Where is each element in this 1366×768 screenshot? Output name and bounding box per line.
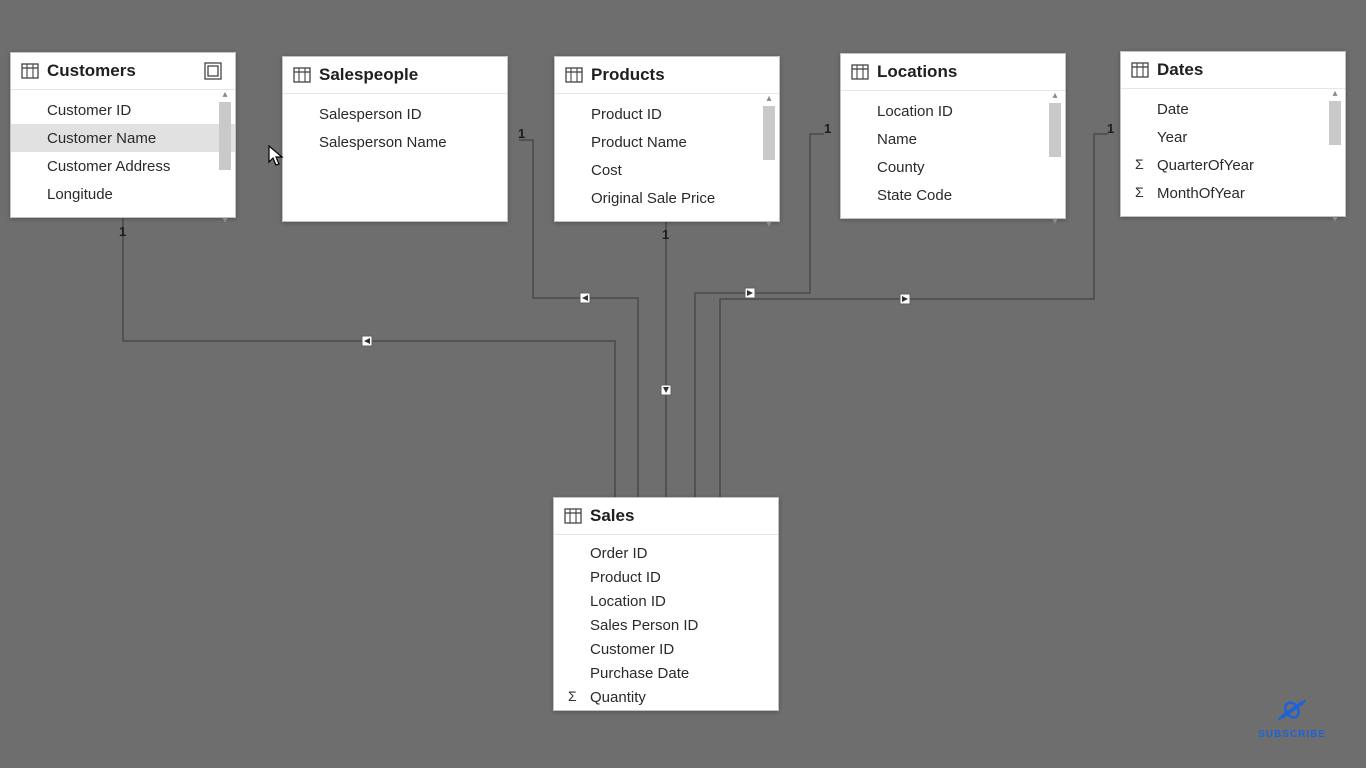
- field-list-products: Product ID Product Name Cost Original Sa…: [555, 94, 779, 230]
- field-longitude[interactable]: Longitude: [11, 180, 235, 208]
- scrollbar[interactable]: ▴ ▾: [761, 94, 777, 230]
- scrollbar[interactable]: ▴ ▾: [217, 90, 233, 226]
- table-header-dates[interactable]: Dates: [1121, 52, 1345, 89]
- table-title: Customers: [47, 61, 195, 81]
- scrollbar[interactable]: ▴ ▾: [1327, 89, 1343, 225]
- table-title: Locations: [877, 62, 1053, 82]
- field-customer-address[interactable]: Customer Address: [11, 152, 235, 180]
- field-list-locations: Location ID Name County State Code ▴ ▾: [841, 91, 1065, 227]
- field-product-name[interactable]: Product Name: [555, 128, 779, 156]
- field-product-id[interactable]: Product ID: [555, 100, 779, 128]
- field-location-id[interactable]: Location ID: [841, 97, 1065, 125]
- table-dates[interactable]: Dates Date Year ΣQuarterOfYear ΣMonthOfY…: [1120, 51, 1346, 217]
- table-header-customers[interactable]: Customers: [11, 53, 235, 90]
- cursor-icon: [268, 145, 286, 172]
- field-date[interactable]: Date: [1121, 95, 1345, 123]
- table-header-sales[interactable]: Sales: [554, 498, 778, 535]
- field-original-sale-price[interactable]: Original Sale Price: [555, 184, 779, 212]
- field-customer-id[interactable]: Customer ID: [11, 96, 235, 124]
- field-product-id[interactable]: Product ID: [554, 565, 778, 589]
- table-icon: [851, 64, 869, 80]
- field-customer-id[interactable]: Customer ID: [554, 637, 778, 661]
- table-customers[interactable]: Customers Customer ID Customer Name Cust…: [10, 52, 236, 218]
- table-products[interactable]: Products Product ID Product Name Cost Or…: [554, 56, 780, 222]
- table-title: Sales: [590, 506, 766, 526]
- table-title: Products: [591, 65, 767, 85]
- field-cost[interactable]: Cost: [555, 156, 779, 184]
- field-salesperson-name[interactable]: Salesperson Name: [283, 128, 507, 156]
- table-salespeople[interactable]: Salespeople Salesperson ID Salesperson N…: [282, 56, 508, 222]
- cardinality-customers: 1: [119, 224, 126, 239]
- table-title: Dates: [1157, 60, 1333, 80]
- field-purchase-date[interactable]: Purchase Date: [554, 661, 778, 685]
- table-header-salespeople[interactable]: Salespeople: [283, 57, 507, 94]
- field-county[interactable]: County: [841, 153, 1065, 181]
- field-location-name[interactable]: Name: [841, 125, 1065, 153]
- field-year[interactable]: Year: [1121, 123, 1345, 151]
- field-list-salespeople: Salesperson ID Salesperson Name: [283, 94, 507, 164]
- model-canvas[interactable]: 1 1 1 1 1 Customers Customer ID Customer…: [0, 0, 1366, 768]
- table-icon: [21, 63, 39, 79]
- table-header-locations[interactable]: Locations: [841, 54, 1065, 91]
- cardinality-locations: 1: [824, 121, 831, 136]
- subscribe-label: SUBSCRIBE: [1258, 729, 1326, 740]
- table-icon: [293, 67, 311, 83]
- field-location-id[interactable]: Location ID: [554, 589, 778, 613]
- table-icon: [565, 67, 583, 83]
- cardinality-salespeople: 1: [518, 126, 525, 141]
- sigma-icon: Σ: [568, 688, 577, 704]
- field-order-id[interactable]: Order ID: [554, 541, 778, 565]
- field-list-dates: Date Year ΣQuarterOfYear ΣMonthOfYear ▴ …: [1121, 89, 1345, 225]
- field-list-sales: Order ID Product ID Location ID Sales Pe…: [554, 535, 778, 721]
- table-locations[interactable]: Locations Location ID Name County State …: [840, 53, 1066, 219]
- storage-mode-icon: [203, 61, 223, 81]
- scrollbar[interactable]: ▴ ▾: [1047, 91, 1063, 227]
- table-title: Salespeople: [319, 65, 495, 85]
- sigma-icon: Σ: [1135, 156, 1144, 172]
- cardinality-dates: 1: [1107, 121, 1114, 136]
- field-state-code[interactable]: State Code: [841, 181, 1065, 209]
- table-icon: [564, 508, 582, 524]
- table-icon: [1131, 62, 1149, 78]
- subscribe-badge[interactable]: SUBSCRIBE: [1258, 695, 1326, 740]
- table-sales[interactable]: Sales Order ID Product ID Location ID Sa…: [553, 497, 779, 711]
- field-salesperson-id[interactable]: Salesperson ID: [283, 100, 507, 128]
- sigma-icon: Σ: [1135, 184, 1144, 200]
- field-month-of-year[interactable]: ΣMonthOfYear: [1121, 179, 1345, 207]
- field-list-customers: Customer ID Customer Name Customer Addre…: [11, 90, 235, 226]
- field-quarter-of-year[interactable]: ΣQuarterOfYear: [1121, 151, 1345, 179]
- field-quantity[interactable]: ΣQuantity: [554, 685, 778, 709]
- table-header-products[interactable]: Products: [555, 57, 779, 94]
- field-customer-name[interactable]: Customer Name: [11, 124, 235, 152]
- field-salesperson-id[interactable]: Sales Person ID: [554, 613, 778, 637]
